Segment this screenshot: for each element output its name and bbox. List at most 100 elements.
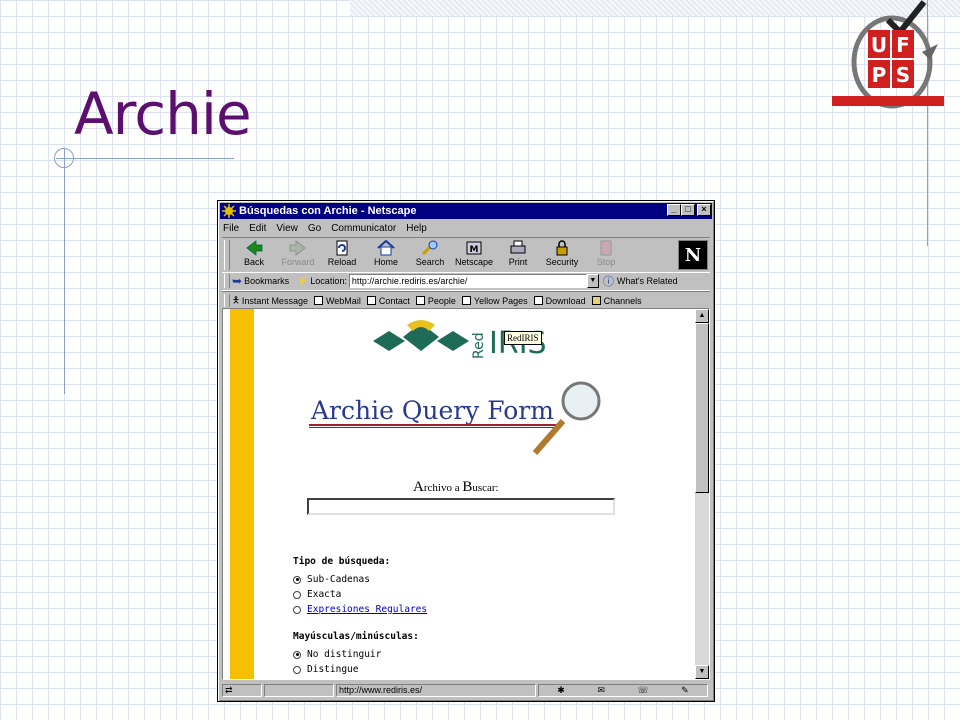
bookmark-icon bbox=[533, 296, 543, 305]
home-icon bbox=[377, 239, 395, 256]
slide-title: Archie bbox=[74, 80, 252, 148]
security-button[interactable]: Security bbox=[540, 238, 584, 270]
printer-icon bbox=[510, 240, 526, 254]
bookmark-icon bbox=[366, 296, 376, 305]
forward-label: Forward bbox=[281, 257, 315, 267]
home-label: Home bbox=[373, 257, 398, 267]
svg-text:F: F bbox=[896, 33, 910, 57]
menu-communicator[interactable]: Communicator bbox=[330, 223, 397, 234]
archivo-search-input[interactable] bbox=[307, 498, 615, 515]
stop-button[interactable]: Stop bbox=[584, 238, 628, 270]
svg-text:P: P bbox=[872, 63, 887, 87]
webmail-link[interactable]: WebMail bbox=[313, 296, 361, 306]
menu-file[interactable]: File bbox=[222, 223, 240, 234]
window-titlebar[interactable]: Búsquedas con Archie - Netscape _ □ × bbox=[220, 203, 712, 219]
reload-button[interactable]: Reload bbox=[320, 238, 364, 270]
toolbar-grip[interactable] bbox=[224, 240, 230, 270]
menu-edit[interactable]: Edit bbox=[248, 223, 267, 234]
netscape-window: Búsquedas con Archie - Netscape _ □ × Fi… bbox=[217, 200, 715, 702]
instant-message-link[interactable]: 🯅 Instant Message bbox=[232, 293, 308, 309]
stop-icon bbox=[600, 240, 612, 256]
stop-label: Stop bbox=[596, 257, 616, 267]
svg-text:U: U bbox=[871, 33, 887, 57]
location-dropdown[interactable]: ▼ bbox=[586, 274, 599, 288]
composer-icon[interactable]: ✎ bbox=[681, 685, 689, 696]
bookmark-icon bbox=[461, 296, 471, 305]
channels-link[interactable]: Channels bbox=[591, 296, 642, 306]
option-distingue[interactable]: Distingue bbox=[293, 662, 419, 677]
menu-view[interactable]: View bbox=[275, 223, 299, 234]
menu-bar: File Edit View Go Communicator Help bbox=[222, 220, 710, 236]
close-button[interactable]: × bbox=[697, 204, 711, 216]
lock-icon bbox=[556, 240, 568, 256]
radio-sub-cadenas[interactable] bbox=[293, 575, 301, 584]
radio-exacta[interactable] bbox=[293, 590, 301, 599]
connection-status-icon: ⇄ bbox=[222, 683, 262, 697]
personal-toolbar: 🯅 Instant Message WebMail Contact People … bbox=[222, 291, 710, 309]
banner-title: Archie Query Form bbox=[310, 396, 554, 425]
search-icon bbox=[421, 240, 438, 256]
back-arrow-icon bbox=[246, 240, 263, 256]
scroll-up-arrow[interactable]: ▲ bbox=[695, 309, 709, 323]
vertical-scrollbar[interactable]: ▲ ▼ bbox=[695, 309, 709, 679]
scroll-thumb[interactable] bbox=[695, 323, 709, 493]
people-link[interactable]: People bbox=[415, 296, 456, 306]
mayusculas-group: Mayúsculas/minúsculas: No distinguir Dis… bbox=[293, 631, 419, 677]
scroll-down-arrow[interactable]: ▼ bbox=[695, 665, 709, 679]
personal-grip[interactable] bbox=[224, 294, 230, 307]
netscape-logo[interactable]: N bbox=[678, 240, 708, 270]
reload-icon bbox=[336, 240, 348, 256]
guide-circle bbox=[54, 148, 74, 168]
location-toolbar: ➥ Bookmarks ⚡ Location: http://archie.re… bbox=[222, 272, 710, 291]
page-content: Red IRIS RedIRIS Archie Query Form Archi… bbox=[222, 308, 710, 680]
option-exacta[interactable]: Exacta bbox=[293, 587, 427, 602]
component-bar[interactable]: ✱ ✉ ☏ ✎ bbox=[538, 683, 708, 697]
netscape-app-icon bbox=[222, 204, 236, 218]
expresiones-regulares-link[interactable]: Expresiones Regulares bbox=[307, 604, 427, 615]
bookmark-icon bbox=[313, 296, 323, 305]
rediris-red-text: Red bbox=[471, 332, 487, 359]
progress-panel bbox=[264, 683, 334, 697]
page-side-bar bbox=[230, 309, 254, 679]
menu-go[interactable]: Go bbox=[307, 223, 322, 234]
svg-text:S: S bbox=[896, 63, 910, 87]
download-link[interactable]: Download bbox=[533, 296, 586, 306]
location-label: Location: bbox=[310, 276, 347, 286]
whats-related-icon: ⓘ bbox=[602, 276, 614, 288]
print-button[interactable]: Print bbox=[496, 238, 540, 270]
status-bar: ⇄ http://www.rediris.es/ ✱ ✉ ☏ ✎ bbox=[222, 682, 710, 698]
menu-help[interactable]: Help bbox=[405, 223, 428, 234]
tipo-busqueda-group: Tipo de búsqueda: Sub-Cadenas Exacta Exp… bbox=[293, 556, 427, 617]
bookmark-icon bbox=[415, 296, 425, 305]
minimize-button[interactable]: _ bbox=[667, 204, 681, 216]
radio-distingue[interactable] bbox=[293, 665, 301, 674]
bookmarks-button[interactable]: Bookmarks bbox=[244, 276, 289, 286]
search-button[interactable]: Search bbox=[408, 238, 452, 270]
ufps-logo: U F P S bbox=[832, 0, 944, 109]
rediris-tooltip: RedIRIS bbox=[504, 331, 542, 345]
mail-icon[interactable]: ✉ bbox=[597, 685, 605, 696]
print-label: Print bbox=[508, 257, 528, 267]
forward-button[interactable]: Forward bbox=[276, 238, 320, 270]
maximize-button[interactable]: □ bbox=[681, 204, 695, 216]
navigator-icon[interactable]: ✱ bbox=[557, 685, 565, 696]
radio-expresiones-regulares[interactable] bbox=[293, 605, 301, 614]
discussion-icon[interactable]: ☏ bbox=[637, 685, 648, 696]
radio-no-distinguir[interactable] bbox=[293, 650, 301, 659]
whats-related-button[interactable]: What's Related bbox=[617, 276, 678, 286]
back-button[interactable]: Back bbox=[232, 238, 276, 270]
window-title: Búsquedas con Archie - Netscape bbox=[239, 205, 417, 217]
svg-text:M: M bbox=[470, 245, 479, 255]
yellow-pages-link[interactable]: Yellow Pages bbox=[461, 296, 528, 306]
netscape-button[interactable]: M Netscape bbox=[452, 238, 496, 270]
option-expresiones-regulares[interactable]: Expresiones Regulares bbox=[293, 602, 427, 617]
home-button[interactable]: Home bbox=[364, 238, 408, 270]
instant-message-icon: 🯅 bbox=[232, 294, 240, 305]
location-input[interactable]: http://archie.rediris.es/archie/ bbox=[348, 274, 587, 288]
netscape-icon: M bbox=[466, 241, 482, 255]
location-grip[interactable] bbox=[224, 274, 230, 288]
back-label: Back bbox=[243, 257, 264, 267]
option-no-distinguir[interactable]: No distinguir bbox=[293, 647, 419, 662]
option-sub-cadenas[interactable]: Sub-Cadenas bbox=[293, 572, 427, 587]
contact-link[interactable]: Contact bbox=[366, 296, 410, 306]
